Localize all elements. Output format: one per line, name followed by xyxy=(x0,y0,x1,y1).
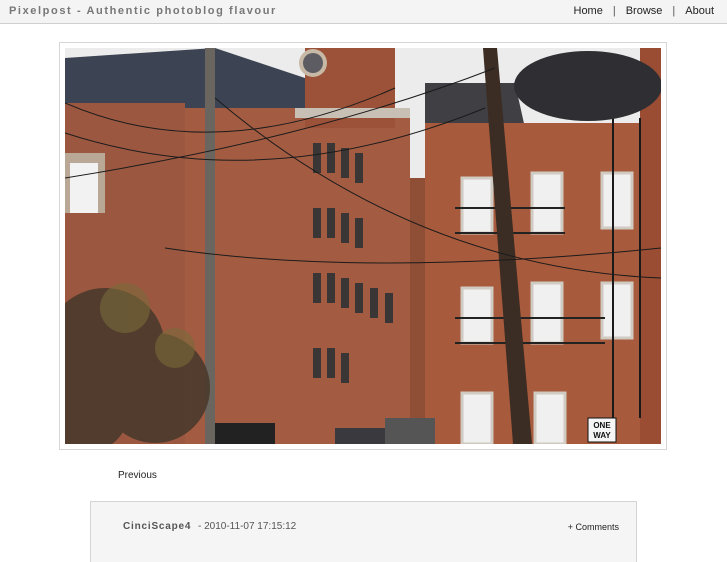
nav-browse-link[interactable]: Browse xyxy=(626,5,663,17)
nav-separator: | xyxy=(612,5,616,17)
one-way-sign-line1: ONE xyxy=(593,421,611,430)
previous-photo-link[interactable]: Previous xyxy=(118,470,157,481)
main-nav: Home | Browse | About xyxy=(574,5,715,17)
main-photo[interactable]: ONE WAY xyxy=(65,48,661,444)
nav-about-link[interactable]: About xyxy=(685,5,714,17)
photo-date: - 2010-11-07 17:15:12 xyxy=(198,521,297,532)
one-way-sign-line2: WAY xyxy=(593,431,611,440)
photo-title: CinciScape4 xyxy=(123,521,192,532)
site-title: Pixelpost - Authentic photoblog flavour xyxy=(9,5,277,17)
nav-separator: | xyxy=(672,5,676,17)
photo-frame: ONE WAY xyxy=(59,42,667,450)
photo-info-box: CinciScape4 - 2010-11-07 17:15:12 + Comm… xyxy=(90,501,637,562)
top-header-bar: Pixelpost - Authentic photoblog flavour … xyxy=(0,0,727,24)
nav-home-link[interactable]: Home xyxy=(574,5,603,17)
comments-link[interactable]: + Comments xyxy=(568,522,619,532)
